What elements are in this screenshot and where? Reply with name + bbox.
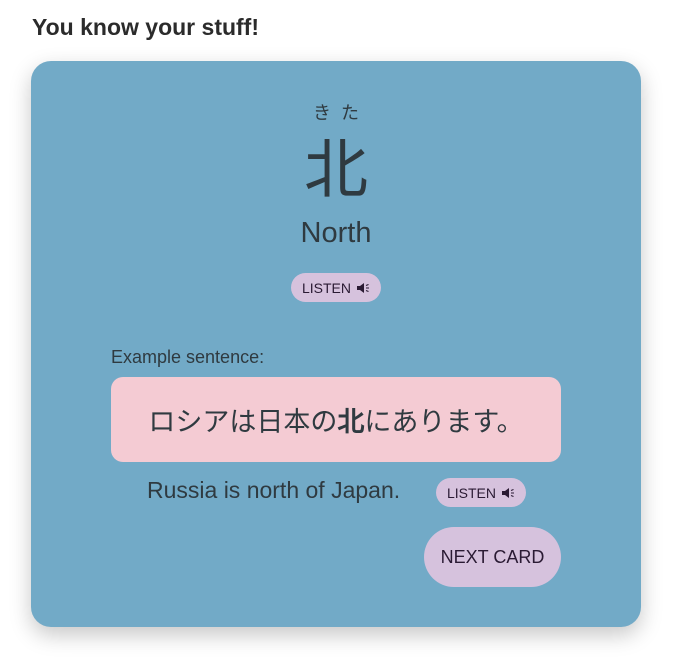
listen-word-label: LISTEN — [301, 279, 351, 296]
kanji-meaning: North — [300, 217, 372, 249]
sentence-highlight: 北 — [337, 407, 365, 438]
sentence-before: ロシアは日本の — [148, 407, 338, 438]
page-title: You know your stuff! — [32, 14, 260, 40]
example-sentence: ロシアは日本の北にあります。 — [111, 377, 561, 462]
kana-reading: きた — [313, 103, 369, 124]
listen-sentence-label: LISTEN — [446, 484, 496, 501]
example-sentence-label: Example sentence: — [111, 347, 265, 367]
listen-sentence-button[interactable]: LISTEN — [436, 478, 526, 507]
next-card-button[interactable]: NEXT CARD — [424, 527, 561, 587]
flashcard: きた 北 North LISTEN Example sentence: ロシアは… — [31, 61, 641, 627]
listen-word-button[interactable]: LISTEN — [291, 273, 381, 302]
sentence-after: にあります。 — [364, 407, 524, 438]
speaker-icon — [502, 487, 514, 498]
sentence-translation: Russia is north of Japan. — [147, 477, 401, 503]
speaker-icon — [357, 282, 369, 293]
kanji-character: 北 — [304, 134, 368, 208]
